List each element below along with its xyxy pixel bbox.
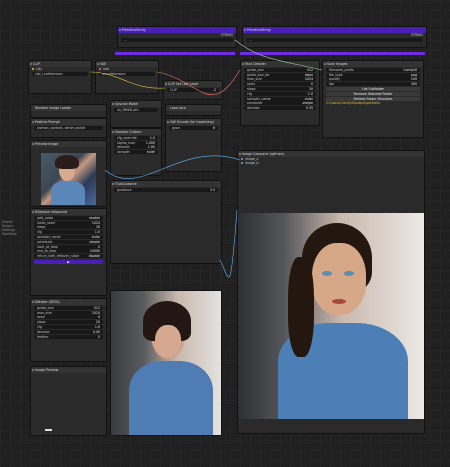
widget-cfg[interactable]: cfg 1.0 [244, 91, 316, 96]
widget-seed[interactable]: seed 0 [34, 315, 103, 320]
widget-max-size[interactable]: max_size 1024 [244, 77, 316, 82]
guidance-input[interactable]: guidance 3.5 [114, 187, 218, 192]
flux-guidance-node[interactable]: FluxGuidance guidance 3.5 [110, 180, 222, 264]
widget-add-noise[interactable]: add_noise enable [34, 215, 103, 220]
widget-scheduler[interactable]: scheduler simple [244, 101, 316, 106]
output-path: C:\Users\ComfyUI\output\portraits [326, 101, 381, 106]
widget-max-size[interactable]: max_size 1024 [34, 310, 103, 315]
positive-prompt-node[interactable]: Positive Prompt woman, portrait, denim j… [30, 118, 107, 138]
node-title: Face Detailer [245, 62, 266, 66]
widget-filename-prefix[interactable]: filename_prefix ComfyUI [326, 67, 420, 72]
list-subfolder-button[interactable]: List Subfolder [326, 86, 420, 91]
widget-sampler-name[interactable]: sampler_name euler [244, 96, 316, 101]
detailer-segs-node[interactable]: Detailer (SEGS) guide_size 512 max_size 102… [30, 298, 107, 362]
vae-encode-node[interactable]: VAE Encode (for Inpainting) grow 6 [165, 118, 222, 172]
node-title: Sampler Custom [115, 130, 142, 134]
widget-noise-seed[interactable]: noise_seed 1024 [34, 220, 103, 225]
primitive-node-2[interactable]: PrimitiveString STRING ... [242, 26, 427, 48]
prompt-text[interactable]: woman, portrait, denim jacket [34, 125, 103, 130]
node-title: Positive Prompt [35, 120, 60, 124]
node-title: PrimitiveString [122, 28, 146, 32]
random-image-loader-node[interactable]: Random Image Loader [30, 104, 107, 118]
compare-image[interactable] [238, 213, 424, 419]
remove-folder-button[interactable]: Remove Selected Folder [326, 91, 420, 96]
widget-dpi[interactable]: dpi 300 [326, 82, 420, 87]
sidebar-note: Queue History Settings Workflow [2, 220, 17, 236]
widget-return-with-leftover-noise[interactable]: return_with_leftover_noise disable [34, 254, 103, 259]
group-bar-left [115, 52, 235, 55]
widget-seed[interactable]: seed 0 [244, 82, 316, 87]
widget-cfg[interactable]: cfg 1.0 [34, 230, 103, 235]
primitive-node-1[interactable]: PrimitiveString STRING ... [117, 26, 237, 48]
node-title: PrimitiveString [247, 28, 271, 32]
node-title: VAE Encode (for Inpainting) [170, 120, 214, 124]
vae-select[interactable]: ae.safetensors [99, 71, 155, 76]
preview-image-node-2[interactable] [110, 290, 222, 436]
preview-image-node[interactable]: Preview Image [30, 140, 107, 207]
widget-guide-size[interactable]: guide_size 512 [244, 67, 316, 72]
widget-start-at-step[interactable]: start_at_step 0 [34, 244, 103, 249]
value-input[interactable]: ... [246, 37, 423, 42]
node-title: Random Image Loader [35, 106, 72, 110]
clip-set-last-layer-node[interactable]: CLIP Set Last Layer CLIP -2 [163, 80, 223, 100]
widget-quality[interactable]: quality 100 [326, 77, 420, 82]
widget-cfg-override[interactable]: cfg_override 1.0 [114, 135, 158, 140]
output-image-2 [111, 291, 221, 435]
refresh-folder-button[interactable]: Refresh Folder Structure [326, 96, 420, 101]
widget-denoise[interactable]: denoise 0.40 [34, 329, 103, 334]
scroll-handle[interactable] [45, 429, 52, 431]
sampler-custom-node[interactable]: Sampler Custom cfg_override 1.0 sigma_max 1… [110, 128, 162, 176]
node-title: CLIP [33, 62, 40, 66]
queue-button[interactable]: ▶ [34, 260, 103, 265]
value-input[interactable]: ... [121, 37, 233, 42]
widget-cfg[interactable]: cfg 1.0 [34, 324, 103, 329]
widget-sampler-name[interactable]: sampler_name euler [34, 234, 103, 239]
widget-steps[interactable]: steps 20 [244, 86, 316, 91]
node-title: CLIP Set Last Layer [168, 82, 199, 86]
widget-steps[interactable]: steps 20 [34, 225, 103, 230]
model-select[interactable]: 4x_NMKD.pth [114, 107, 158, 112]
node-title: Image Comparer (rgthree) [242, 152, 284, 156]
vae-loader-node[interactable]: VAE vae ae.safetensors [95, 60, 159, 94]
ksampler-advanced-node[interactable]: KSampler Advanced add_noise enable noise_s… [30, 208, 107, 296]
image-preview-node[interactable]: Image Preview [30, 366, 107, 436]
widget-guide-size-for[interactable]: guide_size_for bbox [244, 72, 316, 77]
widget-scheduler[interactable]: scheduler simple [34, 239, 103, 244]
widget-sigma-max[interactable]: sigma_max 1.000 [114, 140, 158, 145]
image-comparer-node[interactable]: Image Comparer (rgthree) image_a image_b [237, 150, 425, 434]
widget-guide-size[interactable]: guide_size 512 [34, 305, 103, 310]
widget-end-at-step[interactable]: end_at_step 10000 [34, 249, 103, 254]
clip-loader-node[interactable]: CLIP clip clip_l.safetensors [28, 60, 92, 94]
node-title: KSampler Advanced [35, 210, 68, 214]
node-title: Save Images [327, 62, 348, 66]
output-label: STRING [221, 33, 233, 37]
node-title: Image Preview [35, 368, 59, 372]
node-title: VAE [100, 62, 107, 66]
widget-sampler[interactable]: sampler euler [114, 150, 158, 155]
output-label: STRING [411, 33, 423, 37]
save-images-node[interactable]: Save Images filename_prefix ComfyUI file_t… [322, 60, 424, 138]
grow-mask-input[interactable]: grow 6 [169, 125, 218, 130]
node-title: FluxGuidance [115, 182, 137, 186]
stop-at-layer-input[interactable]: CLIP -2 [167, 87, 219, 92]
widget-steps[interactable]: steps 20 [34, 320, 103, 325]
clip-select[interactable]: clip_l.safetensors [32, 71, 88, 76]
upscale-model-node[interactable]: Upscale Model 4x_NMKD.pth [110, 100, 162, 128]
node-title: Upscale Model [115, 102, 139, 106]
widget-file-type[interactable]: file_type png [326, 72, 420, 77]
load-lora-node[interactable]: Load Lora [165, 104, 222, 116]
group-bar-right [240, 52, 425, 55]
widget-denoise[interactable]: denoise 0.35 [244, 106, 316, 111]
face-detailer-node[interactable]: Face Detailer guide_size 512 guide_size_fo… [240, 60, 320, 126]
node-title: Load Lora [170, 106, 186, 110]
widget-denoise[interactable]: denoise 1.00 [114, 145, 158, 150]
node-title: Detailer (SEGS) [35, 300, 60, 304]
node-title: Preview Image [35, 142, 59, 146]
preview-image [41, 153, 96, 205]
widget-feather[interactable]: feather 5 [34, 334, 103, 339]
